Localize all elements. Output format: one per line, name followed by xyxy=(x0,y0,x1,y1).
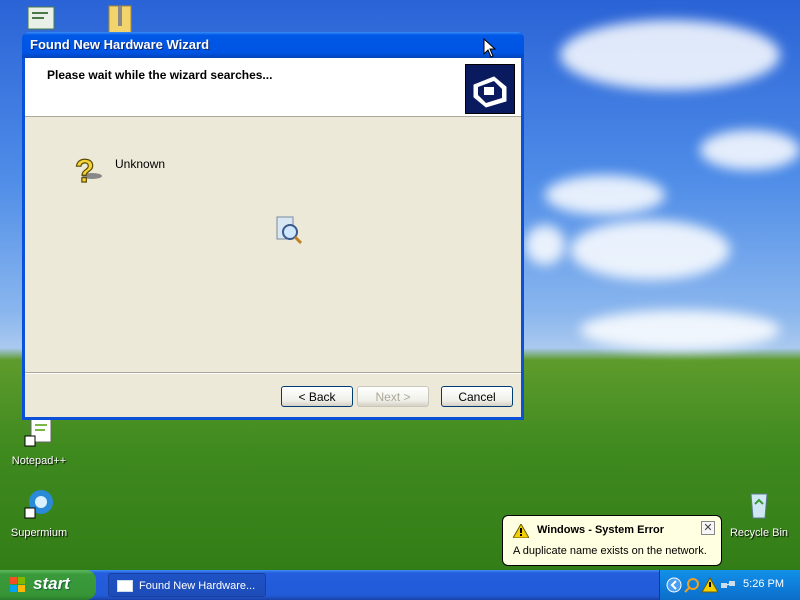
certificate-icon xyxy=(27,6,55,30)
svg-text:?: ? xyxy=(75,153,95,188)
back-button[interactable]: < Back xyxy=(281,386,353,407)
cloud xyxy=(570,220,730,280)
desktop-icon-label: Recycle Bin xyxy=(729,527,789,539)
system-tray: 5:26 PM xyxy=(659,570,800,600)
window-icon xyxy=(117,580,133,593)
recycle-bin-icon xyxy=(750,493,768,519)
wizard-header-message: Please wait while the wizard searches... xyxy=(47,68,273,82)
hardware-wizard-icon xyxy=(465,64,515,114)
window-titlebar[interactable]: Found New Hardware Wizard xyxy=(22,32,524,58)
system-error-balloon[interactable]: Windows - System Error ✕ A duplicate nam… xyxy=(502,515,722,566)
cancel-button[interactable]: Cancel xyxy=(441,386,513,407)
device-name-label: Unknown xyxy=(115,157,166,171)
cloud xyxy=(580,310,780,350)
button-area-separator xyxy=(25,372,521,374)
balloon-title: Windows - System Error xyxy=(537,524,665,536)
supermium-browser-icon xyxy=(24,490,53,519)
unknown-device-icon: ? xyxy=(74,152,102,188)
balloon-close-button[interactable]: ✕ xyxy=(701,521,715,535)
network-icon[interactable] xyxy=(720,577,736,593)
warning-icon[interactable] xyxy=(702,577,718,593)
cloud xyxy=(525,225,565,265)
start-button[interactable]: start xyxy=(0,570,96,600)
warning-icon xyxy=(513,524,529,538)
zip-folder-icon xyxy=(108,5,132,34)
wizard-header: Please wait while the wizard searches... xyxy=(25,58,521,117)
desktop-icon-recycle-bin[interactable]: Recycle Bin xyxy=(724,488,794,539)
desktop-icon-supermium[interactable]: Supermium xyxy=(4,488,74,539)
start-label: start xyxy=(33,574,70,593)
balloon-message: A duplicate name exists on the network. xyxy=(513,545,707,557)
taskbar: start Found New Hardware... 5:26 PM xyxy=(0,570,800,600)
cloud xyxy=(560,20,780,90)
taskbar-button-wizard[interactable]: Found New Hardware... xyxy=(108,573,266,597)
search-icon[interactable] xyxy=(684,577,700,593)
found-new-hardware-wizard-window: Found New Hardware Wizard Please wait wh… xyxy=(22,32,524,420)
notepadpp-icon xyxy=(24,417,52,447)
desktop-icon-label: Supermium xyxy=(10,527,68,539)
desktop-icon-label: Notepad++ xyxy=(11,455,67,467)
cloud xyxy=(700,130,800,170)
mouse-cursor-icon xyxy=(483,38,497,58)
cloud xyxy=(545,175,665,215)
desktop-icon-notepadpp[interactable]: Notepad++ xyxy=(4,416,74,467)
windows-flag-icon xyxy=(10,577,25,592)
searching-magnifier-icon xyxy=(276,216,303,245)
taskbar-button-label: Found New Hardware... xyxy=(139,580,256,592)
tray-collapse-icon[interactable] xyxy=(666,577,682,593)
window-title: Found New Hardware Wizard xyxy=(30,37,210,52)
next-button[interactable]: Next > xyxy=(357,386,429,407)
clock[interactable]: 5:26 PM xyxy=(743,578,784,590)
